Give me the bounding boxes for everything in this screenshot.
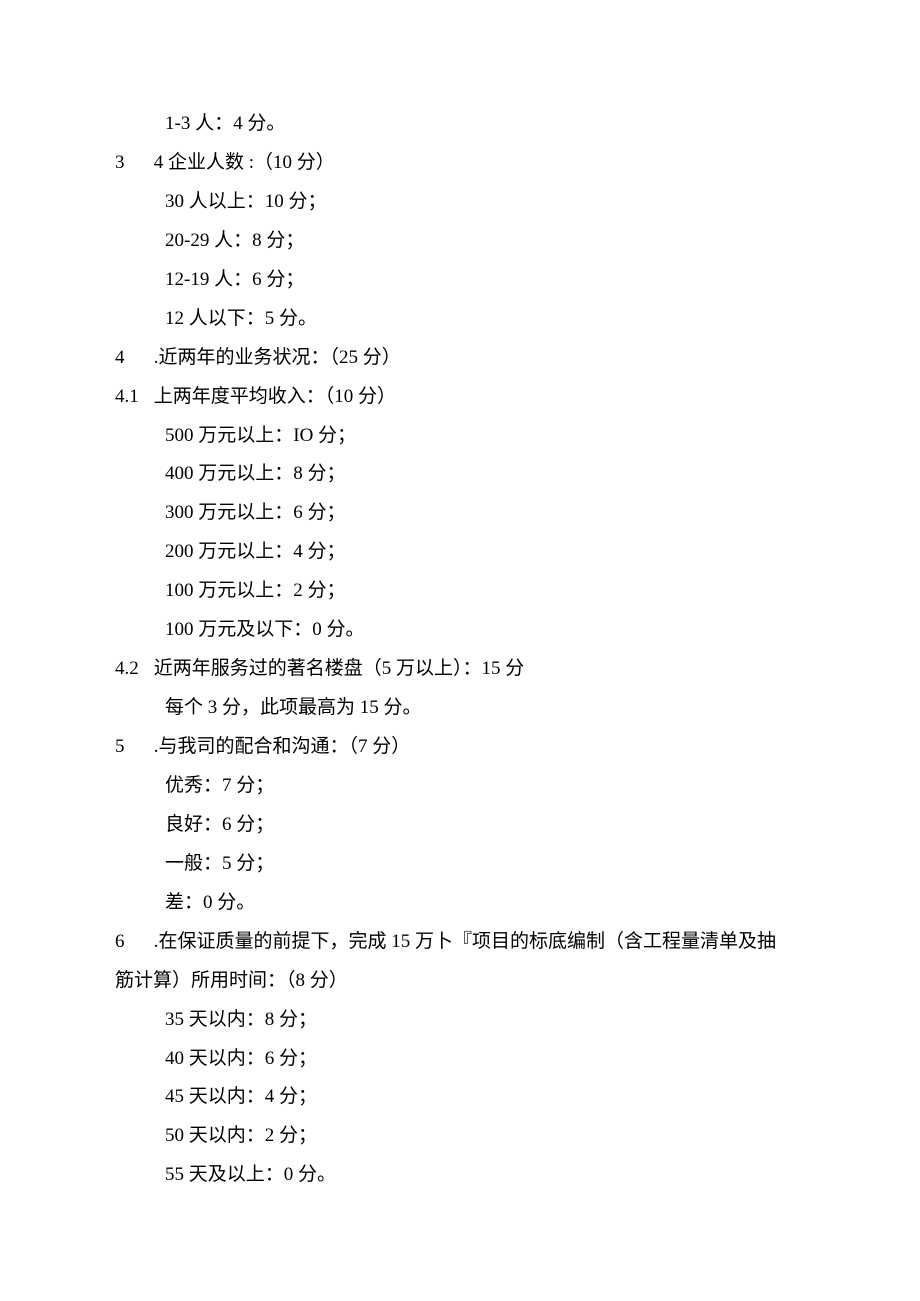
subsection-heading: 4.2 近两年服务过的著名楼盘（5 万以上）：15 分 [115,650,805,689]
body-line: 1-3 人：4 分。 [115,105,805,144]
list-number: 6 [115,923,149,962]
body-line: 一般：5 分； [115,845,805,884]
body-line: 55 天及以上：0 分。 [115,1156,805,1195]
body-line: 200 万元以上：4 分； [115,533,805,572]
heading-text: 近两年服务过的著名楼盘（5 万以上）：15 分 [154,658,525,679]
body-line: 良好：6 分； [115,806,805,845]
heading-text: 上两年度平均收入：（10 分） [154,386,396,407]
list-number: 4.2 [115,650,149,689]
section-heading: 3 4 企业人数 :（10 分） [115,144,805,183]
body-line: 45 天以内：4 分； [115,1078,805,1117]
list-number: 5 [115,728,149,767]
body-line: 35 天以内：8 分； [115,1001,805,1040]
heading-text: .与我司的配合和沟通：（7 分） [154,736,411,757]
body-line: 30 人以上：10 分； [115,183,805,222]
heading-text: 4 企业人数 :（10 分） [154,152,335,173]
body-line: 优秀：7 分； [115,767,805,806]
list-number: 4.1 [115,378,149,417]
body-line: 50 天以内：2 分； [115,1117,805,1156]
body-line: 12-19 人：6 分； [115,261,805,300]
section-heading: 5 .与我司的配合和沟通：（7 分） [115,728,805,767]
body-line: 20-29 人：8 分； [115,222,805,261]
document-page: 1-3 人：4 分。 3 4 企业人数 :（10 分） 30 人以上：10 分；… [0,0,920,1301]
subsection-heading: 4.1 上两年度平均收入：（10 分） [115,378,805,417]
body-line: 每个 3 分，此项最高为 15 分。 [115,689,805,728]
list-number: 3 [115,144,149,183]
list-number: 4 [115,339,149,378]
body-line: 400 万元以上：8 分； [115,455,805,494]
section-heading: 6 .在保证质量的前提下，完成 15 万卜『项目的标底编制（含工程量清单及抽 [115,923,805,962]
heading-text: .近两年的业务状况：（25 分） [154,347,401,368]
body-line: 差：0 分。 [115,884,805,923]
body-line: 500 万元以上：IO 分； [115,417,805,456]
heading-text: .在保证质量的前提下，完成 15 万卜『项目的标底编制（含工程量清单及抽 [154,931,776,952]
body-line: 12 人以下：5 分。 [115,300,805,339]
body-line: 300 万元以上：6 分； [115,494,805,533]
section-heading: 4 .近两年的业务状况：（25 分） [115,339,805,378]
body-line: 筋计算）所用时间：（8 分） [115,962,805,1001]
body-line: 100 万元及以下：0 分。 [115,611,805,650]
body-line: 100 万元以上：2 分； [115,572,805,611]
body-line: 40 天以内：6 分； [115,1040,805,1079]
